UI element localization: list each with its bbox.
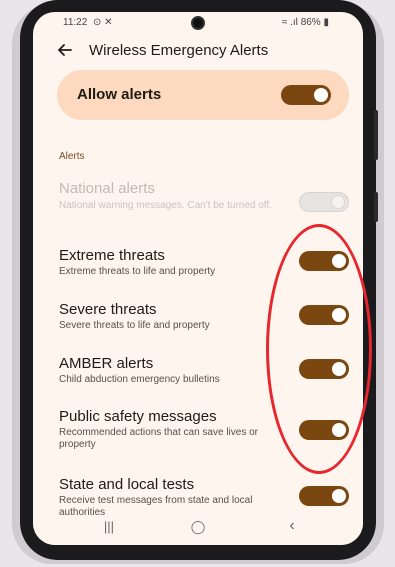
alert-title: AMBER alerts bbox=[59, 355, 154, 372]
toggle-thumb bbox=[332, 489, 346, 503]
extreme-threats-toggle[interactable] bbox=[299, 251, 349, 271]
alert-row-national: National alerts National warning message… bbox=[33, 180, 363, 228]
screen: 11:22 ⊙ ✕ ≈ .ıl 86% ▮ Wireless Emergency… bbox=[33, 12, 363, 545]
toggle-thumb bbox=[331, 195, 345, 209]
battery-icon: ▮ bbox=[323, 17, 329, 28]
status-indicators: ≈ .ıl 86% ▮ bbox=[282, 17, 329, 28]
alert-row-amber[interactable]: AMBER alerts Child abduction emergency b… bbox=[33, 355, 363, 395]
status-bar: 11:22 ⊙ ✕ ≈ .ıl 86% ▮ bbox=[33, 12, 363, 34]
alert-row-public-safety[interactable]: Public safety messages Recommended actio… bbox=[33, 408, 363, 460]
navigation-bar: ||| ◯ ‹ bbox=[33, 517, 363, 545]
alert-subtitle: Child abduction emergency bulletins bbox=[59, 374, 220, 385]
allow-alerts-label: Allow alerts bbox=[77, 86, 162, 103]
alert-title: Public safety messages bbox=[59, 408, 217, 425]
back-nav-button[interactable]: ‹ bbox=[280, 517, 304, 535]
toggle-thumb bbox=[332, 308, 346, 322]
alert-row-state-local-tests[interactable]: State and local tests Receive test messa… bbox=[33, 476, 363, 516]
toggle-thumb bbox=[332, 362, 346, 376]
volume-button bbox=[374, 110, 378, 160]
alert-title: State and local tests bbox=[59, 476, 195, 493]
app-bar: Wireless Emergency Alerts bbox=[33, 36, 363, 70]
national-alerts-toggle bbox=[299, 192, 349, 212]
alert-subtitle: National warning messages. Can't be turn… bbox=[59, 200, 272, 211]
toggle-thumb bbox=[314, 88, 328, 102]
toggle-thumb bbox=[332, 254, 346, 268]
status-time: 11:22 bbox=[63, 17, 88, 28]
recents-button[interactable]: ||| bbox=[97, 519, 121, 534]
page-title: Wireless Emergency Alerts bbox=[89, 42, 269, 59]
toggle-thumb bbox=[332, 423, 346, 437]
alert-subtitle: Recommended actions that can save lives … bbox=[59, 427, 258, 450]
home-button[interactable]: ◯ bbox=[186, 519, 210, 535]
alert-title: Severe threats bbox=[59, 301, 157, 318]
section-header-alerts: Alerts bbox=[59, 151, 85, 162]
allow-alerts-toggle[interactable] bbox=[281, 85, 331, 105]
alert-subtitle: Extreme threats to life and property bbox=[59, 266, 216, 277]
amber-alerts-toggle[interactable] bbox=[299, 359, 349, 379]
alert-subtitle: Receive test messages from state and loc… bbox=[59, 495, 253, 516]
power-button bbox=[374, 192, 378, 222]
alert-subtitle: Severe threats to life and property bbox=[59, 320, 210, 331]
severe-threats-toggle[interactable] bbox=[299, 305, 349, 325]
alert-row-extreme[interactable]: Extreme threats Extreme threats to life … bbox=[33, 247, 363, 287]
public-safety-toggle[interactable] bbox=[299, 420, 349, 440]
notification-icons: ⊙ ✕ bbox=[93, 17, 113, 28]
arrow-left-icon[interactable] bbox=[55, 40, 75, 60]
state-local-tests-toggle[interactable] bbox=[299, 486, 349, 506]
camera-cutout bbox=[191, 16, 205, 30]
alert-title: National alerts bbox=[59, 180, 155, 197]
battery-level: 86% bbox=[300, 17, 321, 28]
allow-alerts-card[interactable]: Allow alerts bbox=[57, 70, 349, 120]
alert-row-severe[interactable]: Severe threats Severe threats to life an… bbox=[33, 301, 363, 341]
alert-title: Extreme threats bbox=[59, 247, 165, 264]
wifi-signal-icon: ≈ .ıl bbox=[281, 17, 298, 28]
